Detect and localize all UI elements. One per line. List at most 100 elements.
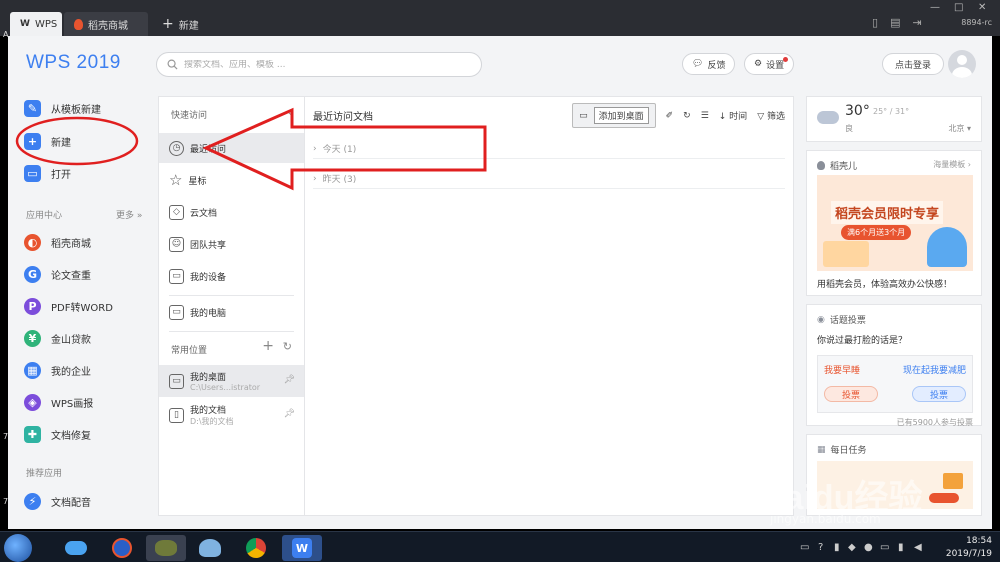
quick-item-starred[interactable]: ☆ 星标 — [159, 165, 305, 195]
pin-icon[interactable]: 📌︎ — [284, 409, 295, 419]
folder-icon: ▭ — [24, 164, 41, 182]
app-loan[interactable]: ¥ 金山贷款 — [24, 328, 91, 348]
recent-documents-title: 最近访问文档 — [313, 112, 373, 123]
app-enterprise[interactable]: ▦ 我的企业 — [24, 360, 91, 380]
qq-icon[interactable]: ● — [864, 542, 873, 553]
login-button[interactable]: 点击登录 — [882, 53, 945, 75]
docer-card-footer[interactable]: 用稻壳会员，体验高效办公快感！ — [817, 277, 952, 290]
brand-title: WPS 2019 — [26, 52, 121, 73]
filter-button[interactable]: ▽ 筛选 — [757, 109, 785, 122]
nav-new[interactable]: + 新建 — [24, 131, 71, 151]
group-yesterday[interactable]: › 昨天 (3) — [313, 169, 785, 189]
nav-new-from-template[interactable]: ✎ 从模板新建 — [24, 98, 101, 118]
quick-item-cloud[interactable]: ◇ 云文档 — [159, 197, 305, 227]
taskbar-cloud-app[interactable] — [56, 535, 96, 561]
display-icon[interactable]: ▭ — [880, 542, 889, 553]
skin-icon[interactable]: ▤ — [890, 16, 900, 29]
tab-docer-shop[interactable]: 稻壳商城 — [64, 12, 148, 36]
taskbar-wps-app[interactable]: W — [282, 535, 322, 561]
refresh-icon[interactable]: ↻ — [283, 340, 292, 353]
feedback-button[interactable]: 💬︎ 反馈 — [682, 53, 736, 75]
start-button[interactable] — [4, 534, 32, 562]
taskbar-game-app[interactable] — [146, 535, 186, 561]
refresh-icon[interactable]: ↻ — [683, 111, 691, 121]
vote-b-button[interactable]: 投票 — [912, 386, 966, 402]
tab-label: WPS — [34, 18, 58, 30]
taskbar-paint-app[interactable] — [190, 535, 230, 561]
taskbar: W ▭ ? ▮ ◆ ● ▭ ▮ ◀ 18:54 2019/7/19 — [0, 531, 1000, 562]
flame-icon — [74, 18, 83, 30]
sign-in-button[interactable] — [929, 493, 959, 503]
search-box[interactable] — [156, 52, 482, 77]
group-today[interactable]: › 今天 (1) — [313, 139, 785, 159]
location-path: D:\我的文档 — [190, 417, 234, 426]
keyboard-icon[interactable]: ▭ — [800, 542, 809, 553]
app-doc-dubbing[interactable]: ⚡︎ 文档配音 — [24, 491, 91, 511]
quick-item-devices[interactable]: ▭ 我的设备 — [159, 261, 305, 291]
settings-label: 设置 — [766, 60, 785, 71]
close-button[interactable]: ✕ — [978, 2, 986, 13]
chevron-left-icon[interactable]: ‹ — [287, 105, 292, 120]
add-to-desktop-button[interactable]: ▭ 添加到桌面 — [572, 103, 656, 128]
app-pdf-to-word[interactable]: P PDF转WORD — [24, 296, 113, 316]
signal-icon[interactable]: ▮ — [898, 542, 904, 553]
docer-card-title: 稻壳儿 — [830, 162, 858, 172]
quick-item-team[interactable]: ☺ 团队共享 — [159, 229, 305, 259]
location-desktop[interactable]: ▭ 我的桌面 C:\Users...istrator 📌︎ — [159, 365, 305, 397]
settings-button[interactable]: ⚙ 设置 — [744, 53, 795, 75]
user-id: 8894-rc — [961, 18, 992, 27]
location-path: C:\Users...istrator — [190, 383, 261, 392]
app-wps-pictorial[interactable]: ◈ WPS画报 — [24, 392, 93, 412]
quick-item-recent[interactable]: ◷ 最近访问 — [159, 133, 305, 163]
location-documents[interactable]: ▯ 我的文档 D:\我的文档 📌︎ — [159, 399, 305, 431]
clock-date: 2019/7/19 — [945, 549, 992, 559]
tab-new[interactable]: + 新建 — [152, 12, 209, 36]
vote-count: 已有5900人参与投票 — [896, 418, 973, 427]
mobile-icon[interactable]: ▯ — [872, 16, 878, 29]
vote-card-title: 话题投票 — [829, 316, 866, 326]
exit-icon[interactable]: ⇥ — [912, 16, 921, 29]
devices-icon: ▭ — [169, 268, 184, 284]
clock-icon: ◷ — [169, 140, 184, 156]
quick-item-label: 云文档 — [190, 208, 218, 219]
membership-banner[interactable]: 稻壳会员限时专享 满6个月送3个月 — [817, 175, 973, 271]
weather-temp: 30° — [845, 103, 870, 119]
brush-icon[interactable]: ✐ — [666, 111, 674, 121]
security-icon[interactable]: ◆ — [848, 542, 856, 553]
person-graphic — [927, 227, 967, 267]
tab-wps[interactable]: W WPS — [10, 12, 62, 36]
app-doc-repair[interactable]: ✚ 文档修复 — [24, 424, 91, 444]
add-location-icon[interactable]: + — [262, 338, 274, 354]
notification-dot — [783, 57, 789, 62]
templates-link[interactable]: 海量模板 › — [933, 159, 971, 170]
flame-icon — [817, 161, 825, 170]
quick-item-computer[interactable]: ▭ 我的电脑 — [159, 297, 305, 327]
quick-access-panel: 快速访问 ‹ ◷ 最近访问 ☆ 星标 ◇ 云文档 ☺ 团队共享 ▭ 我的设备 ▭… — [158, 96, 305, 516]
weather-card[interactable]: 30° 25° / 31° 良 北京 ▾ — [806, 96, 982, 142]
pin-icon[interactable]: 📌︎ — [284, 375, 295, 385]
app-paper-check[interactable]: G 论文查重 — [24, 264, 91, 284]
network-icon[interactable]: ▮ — [834, 542, 840, 553]
help-icon[interactable]: ? — [818, 542, 823, 553]
quick-item-label: 我的电脑 — [190, 308, 227, 319]
city-selector[interactable]: 北京 ▾ — [948, 123, 971, 134]
sort-time-button[interactable]: ↓ 时间 — [719, 109, 747, 122]
taskbar-player-app[interactable] — [102, 535, 142, 561]
content-toolbar: ▭ 添加到桌面 ✐ ↻ ☰ ↓ 时间 ▽ 筛选 — [572, 103, 785, 128]
more-apps-link[interactable]: 更多 » — [116, 208, 142, 221]
list-view-icon[interactable]: ☰ — [701, 111, 709, 121]
search-input[interactable] — [184, 59, 454, 70]
nav-label: PDF转WORD — [51, 302, 113, 314]
pictorial-icon: ◈ — [24, 393, 41, 411]
clock[interactable]: 18:54 2019/7/19 — [946, 535, 992, 561]
avatar[interactable] — [948, 50, 976, 78]
taskbar-chrome-app[interactable] — [236, 535, 276, 561]
vote-a-button[interactable]: 投票 — [824, 386, 878, 402]
wps-icon: W — [292, 538, 312, 558]
nav-open[interactable]: ▭ 打开 — [24, 163, 71, 183]
maximize-button[interactable]: □ — [954, 2, 963, 13]
volume-icon[interactable]: ◀ — [914, 542, 922, 553]
app-docer-shop[interactable]: ◐ 稻壳商城 — [24, 232, 91, 252]
minimize-button[interactable]: — — [930, 2, 940, 13]
nav-label: 论文查重 — [51, 270, 91, 282]
